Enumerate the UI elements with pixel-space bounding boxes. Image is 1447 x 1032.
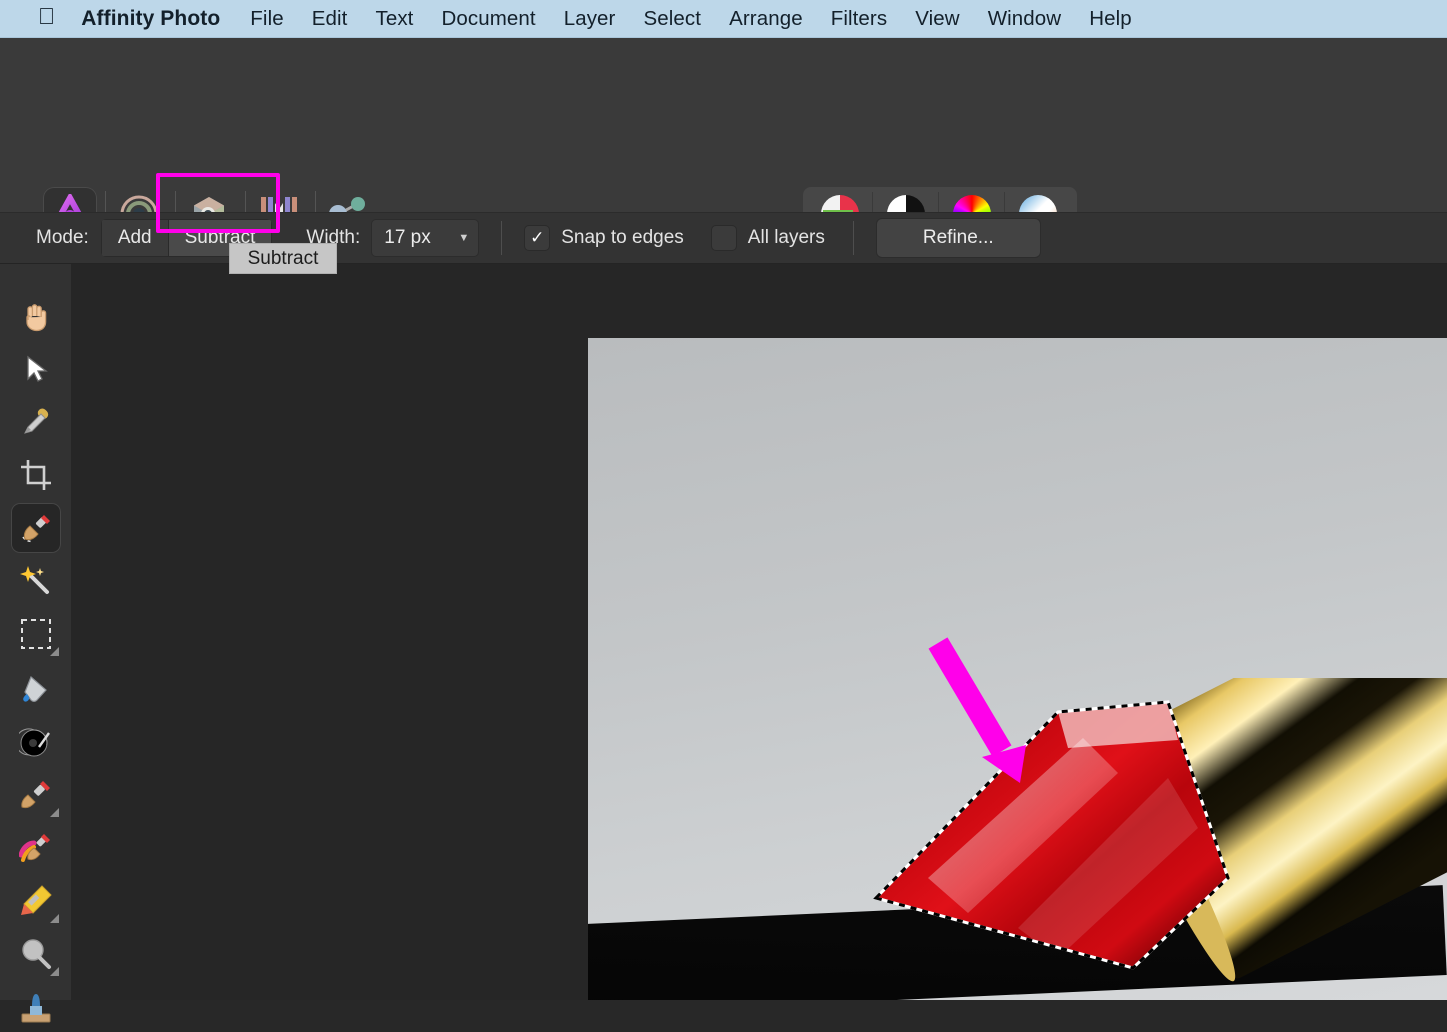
magic-wand-icon: [19, 564, 53, 598]
width-dropdown[interactable]: 17 px ▼: [371, 219, 479, 257]
check-glyph: ✓: [530, 228, 544, 248]
check-glyph-hidden: ✓: [717, 228, 731, 248]
tool-options-bar: Mode: Add Subtract Width: 17 px ▼ ✓ Snap…: [0, 212, 1447, 264]
menu-item-help[interactable]: Help: [1075, 7, 1146, 31]
colour-replacement-brush-icon: [19, 831, 53, 865]
options-divider-2: [853, 221, 854, 255]
marquee-selection-icon: [20, 618, 52, 650]
tool-flyout-indicator: [50, 914, 59, 923]
menu-item-text[interactable]: Text: [361, 7, 427, 31]
paint-brush-icon: [19, 778, 53, 812]
erase-brush-tool[interactable]: [11, 876, 61, 926]
snap-to-edges-label[interactable]: Snap to edges: [561, 227, 684, 249]
selection-brush-tool[interactable]: [11, 503, 61, 553]
subtract-tooltip: Subtract: [229, 243, 337, 274]
paint-brush-tool[interactable]: [11, 770, 61, 820]
mode-add-button[interactable]: Add: [101, 219, 168, 257]
clone-brush-tool[interactable]: [11, 982, 61, 1032]
main-toolbar: [0, 86, 1447, 212]
selection-brush-icon: [19, 511, 53, 545]
marquee-tool[interactable]: [11, 609, 61, 659]
colour-palette-icon: [19, 725, 53, 759]
all-layers-label[interactable]: All layers: [748, 227, 825, 249]
all-layers-checkbox[interactable]: ✓: [711, 225, 737, 251]
menu-item-file[interactable]: File: [236, 7, 297, 31]
snap-to-edges-checkbox[interactable]: ✓: [524, 225, 550, 251]
menu-item-app-name[interactable]: Affinity Photo: [81, 7, 236, 31]
menu-item-filters[interactable]: Filters: [817, 7, 902, 31]
eyedropper-icon: [19, 405, 53, 439]
colour-picker-tool[interactable]: [11, 397, 61, 447]
clone-stamp-icon: [19, 990, 53, 1024]
width-value: 17 px: [384, 227, 430, 249]
menu-bar:  Affinity Photo File Edit Text Document…: [0, 0, 1447, 38]
hand-icon: [19, 300, 53, 334]
tool-flyout-indicator: [50, 808, 59, 817]
canvas-area[interactable]: [72, 264, 1447, 1000]
menu-item-view[interactable]: View: [901, 7, 973, 31]
document-photo[interactable]: [588, 338, 1447, 1000]
options-divider-1: [501, 221, 502, 255]
menu-item-select[interactable]: Select: [629, 7, 715, 31]
flood-fill-tool[interactable]: [11, 664, 61, 714]
app-window: Mode: Add Subtract Width: 17 px ▼ ✓ Snap…: [0, 38, 1447, 1000]
cursor-arrow-icon: [21, 354, 51, 384]
chevron-down-icon: ▼: [458, 232, 469, 244]
view-tool[interactable]: [11, 292, 61, 342]
apple-logo-icon[interactable]: : [38, 5, 55, 28]
flood-select-tool[interactable]: [11, 556, 61, 606]
move-tool[interactable]: [11, 344, 61, 394]
mode-label: Mode:: [36, 227, 89, 249]
title-bar: [0, 38, 1447, 86]
tool-flyout-indicator: [50, 647, 59, 656]
tools-panel: [0, 264, 72, 1000]
crop-tool[interactable]: [11, 450, 61, 500]
menu-item-window[interactable]: Window: [974, 7, 1076, 31]
magnifier-icon: [19, 937, 53, 971]
colour-replacement-tool[interactable]: [11, 823, 61, 873]
menu-item-document[interactable]: Document: [427, 7, 549, 31]
dodge-brush-tool[interactable]: [11, 929, 61, 979]
magenta-arrow-annotation: [924, 633, 1044, 793]
crop-icon: [19, 458, 53, 492]
pencil-eraser-icon: [19, 884, 53, 918]
menu-item-edit[interactable]: Edit: [298, 7, 362, 31]
paint-mixer-tool[interactable]: [11, 717, 61, 767]
paint-bucket-icon: [19, 672, 53, 706]
refine-button[interactable]: Refine...: [876, 218, 1041, 258]
menu-item-layer[interactable]: Layer: [550, 7, 630, 31]
menu-item-arrange[interactable]: Arrange: [715, 7, 817, 31]
tool-flyout-indicator: [50, 967, 59, 976]
